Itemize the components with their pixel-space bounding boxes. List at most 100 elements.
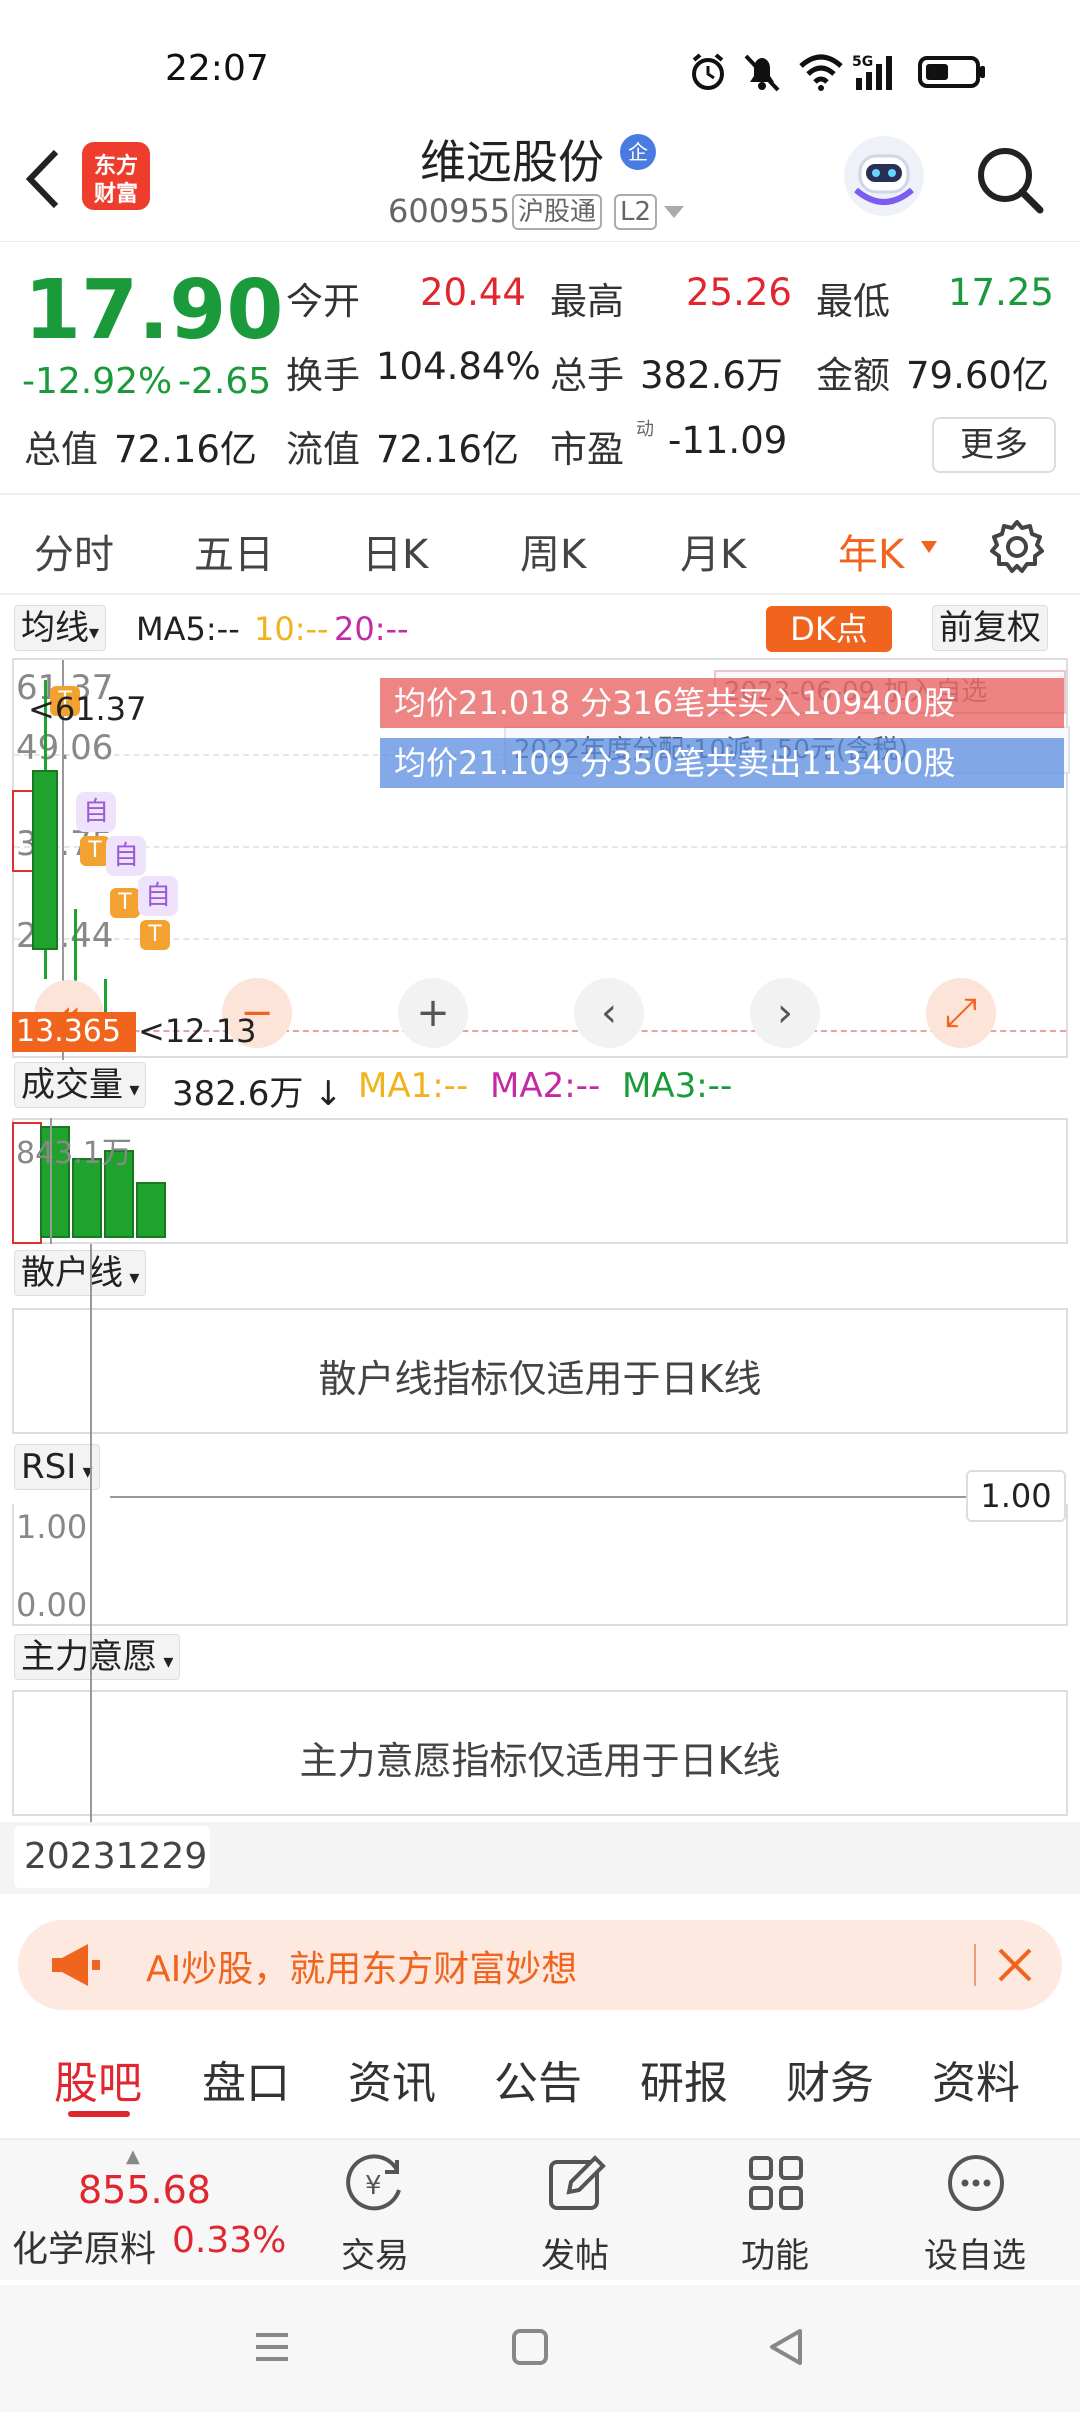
- mktcap-value: 72.16亿: [114, 428, 257, 471]
- sector-index-value: 855.68: [78, 2168, 211, 2212]
- status-bar: 22:07 5G: [0, 0, 1080, 120]
- change-percent: -12.92%: [22, 361, 173, 402]
- retail-selector[interactable]: 散户线 ▾: [14, 1250, 147, 1296]
- crosshair-price-label: 13.365: [12, 1012, 136, 1052]
- wifi-icon: [799, 54, 843, 91]
- grid-apps-icon: [749, 2156, 803, 2210]
- tab-order-book[interactable]: 盘口: [202, 2047, 290, 2111]
- ma5-label: MA5:--: [136, 610, 240, 648]
- fullscreen-icon[interactable]: ⤢: [926, 978, 996, 1048]
- sector-name: 化学原料: [12, 2229, 157, 2270]
- ma10-label: 10:--: [254, 610, 329, 648]
- back-icon[interactable]: [766, 2327, 806, 2367]
- sell-summary: 均价21.109 分350笔共卖出113400股: [380, 738, 1064, 788]
- chevron-left-icon[interactable]: [22, 148, 62, 210]
- amount-label: 金额: [816, 354, 890, 397]
- rsi-line: [110, 1496, 970, 1498]
- tab-week-k[interactable]: 周K: [520, 522, 586, 580]
- ai-promo-banner[interactable]: AI炒股，就用东方财富妙想: [18, 1920, 1062, 2010]
- trade-button[interactable]: ¥ 交易: [300, 2140, 450, 2280]
- volume-chart[interactable]: 843.1万: [12, 1118, 1068, 1244]
- bottom-info-tabs: 股吧 盘口 资讯 公告 研报 财务 资料: [0, 2025, 1080, 2140]
- battery-icon: [918, 56, 985, 88]
- trade-label: 交易: [341, 2236, 409, 2276]
- crosshair-date: 20231229: [14, 1826, 210, 1888]
- pe-superscript: 动: [636, 419, 654, 440]
- gear-icon[interactable]: [988, 518, 1046, 576]
- watch-marker[interactable]: 自: [138, 876, 178, 916]
- vol-ma3: MA3:--: [622, 1066, 733, 1106]
- watch-marker[interactable]: 自: [76, 792, 116, 832]
- trade-marker[interactable]: T: [140, 920, 170, 950]
- indicator-selector[interactable]: 均线▾: [14, 605, 107, 651]
- volume-selector[interactable]: 成交量 ▾: [14, 1062, 147, 1108]
- volume-value: 382.6万: [640, 354, 783, 397]
- mute-icon: [744, 54, 780, 92]
- tab-news[interactable]: 资讯: [348, 2047, 436, 2111]
- pe-label: 市盈: [550, 428, 624, 471]
- stock-code: 600955: [388, 192, 511, 230]
- volume-axis-max: 843.1万: [16, 1136, 132, 1171]
- grid-line: [14, 846, 1066, 848]
- tab-month-k[interactable]: 月K: [680, 522, 746, 580]
- tab-year-k[interactable]: 年K: [838, 522, 904, 580]
- megaphone-icon: [52, 1944, 100, 1986]
- tab-announcements[interactable]: 公告: [494, 2047, 582, 2111]
- zoom-in-icon[interactable]: +: [398, 978, 468, 1048]
- dk-point-button[interactable]: DK点: [766, 606, 892, 652]
- vol-ma2: MA2:--: [490, 1066, 601, 1106]
- period-tabs: 分时 五日 日K 周K 月K 年K: [0, 500, 1080, 595]
- kline-chart[interactable]: 61.37 49.06 35.75 24.44 2023-06-09 加入自选 …: [12, 658, 1070, 1060]
- add-watchlist-button[interactable]: 设自选: [900, 2140, 1050, 2280]
- low-label: 最低: [816, 280, 890, 323]
- post-button[interactable]: 发帖: [500, 2140, 650, 2280]
- close-icon[interactable]: [996, 1946, 1034, 1984]
- low-value: 17.25: [948, 271, 1054, 314]
- current-price: 17.90: [24, 263, 284, 358]
- tab-research[interactable]: 研报: [640, 2047, 728, 2111]
- post-label: 发帖: [541, 2236, 609, 2276]
- tab-profile[interactable]: 资料: [932, 2047, 1020, 2111]
- functions-button[interactable]: 功能: [700, 2140, 850, 2280]
- chevron-down-icon[interactable]: [662, 204, 686, 220]
- tab-day-k[interactable]: 日K: [362, 522, 428, 580]
- turnover-value: 104.84%: [376, 345, 541, 388]
- menu-icon[interactable]: [252, 2327, 292, 2367]
- more-button[interactable]: 更多: [932, 417, 1056, 473]
- change-amount: -2.65: [178, 361, 272, 402]
- sector-index[interactable]: ▲ 855.68 化学原料 0.33%: [0, 2140, 290, 2280]
- tab-forum[interactable]: 股吧: [54, 2047, 142, 2111]
- prev-icon[interactable]: ‹: [574, 978, 644, 1048]
- stock-name: 维远股份: [420, 135, 604, 189]
- robot-avatar-icon[interactable]: [842, 134, 926, 218]
- float-label: 流值: [286, 428, 360, 471]
- system-nav-bar: [0, 2285, 1080, 2412]
- app-logo[interactable]: 东方 财富: [82, 142, 150, 210]
- home-icon[interactable]: [510, 2327, 550, 2367]
- rsi-selector[interactable]: RSI ▾: [14, 1444, 100, 1490]
- tab-financials[interactable]: 财务: [786, 2047, 874, 2111]
- pe-value: -11.09: [668, 419, 788, 462]
- chevron-down-icon: ▾: [89, 620, 100, 644]
- y-label: 24.44: [16, 916, 114, 956]
- main-force-selector[interactable]: 主力意愿 ▾: [14, 1634, 181, 1680]
- next-icon[interactable]: ›: [750, 978, 820, 1048]
- crosshair-vertical: [90, 1244, 92, 1824]
- low-marker: <12.13: [138, 1012, 257, 1050]
- tab-five-day[interactable]: 五日: [194, 522, 274, 580]
- yuan-cycle-icon: ¥: [346, 2154, 401, 2211]
- watch-marker[interactable]: 自: [106, 836, 146, 876]
- open-label: 今开: [286, 280, 360, 323]
- search-icon[interactable]: [974, 144, 1046, 216]
- trade-marker[interactable]: T: [110, 888, 140, 918]
- rsi-axis-top: 1.00: [16, 1508, 88, 1546]
- chevron-down-icon: ▾: [123, 1077, 140, 1101]
- float-value: 72.16亿: [376, 428, 519, 471]
- adjust-selector[interactable]: 前复权: [932, 605, 1048, 651]
- quote-panel: 17.90 -12.92% -2.65 今开 20.44 最高 25.26 最低…: [0, 245, 1080, 495]
- open-value: 20.44: [420, 271, 526, 314]
- candle-2021: [32, 770, 58, 950]
- retail-panel: 散户线指标仅适用于日K线: [12, 1308, 1068, 1434]
- tab-intraday[interactable]: 分时: [34, 522, 114, 580]
- volume-bar: [136, 1182, 166, 1238]
